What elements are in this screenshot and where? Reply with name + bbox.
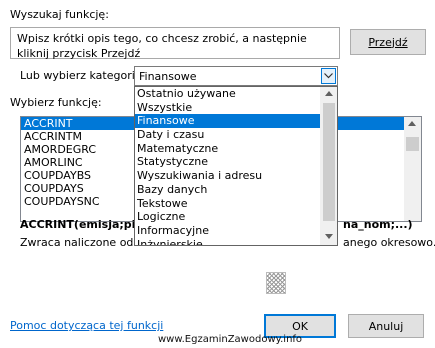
category-option[interactable]: Tekstowe xyxy=(135,197,337,211)
function-list-label: Wybierz funkcję: xyxy=(10,96,102,109)
function-list-scroll-thumb[interactable] xyxy=(406,137,419,151)
category-dropdown-scrollbar[interactable] xyxy=(320,87,337,245)
category-select[interactable]: Finansowe xyxy=(134,66,338,86)
category-option[interactable]: Wszystkie xyxy=(135,101,337,115)
function-signature: ACCRINT(emisja;pie xyxy=(20,218,143,231)
category-dropdown-list[interactable]: Ostatnio używane Wszystkie Finansowe Dat… xyxy=(134,86,338,246)
category-option[interactable]: Bazy danych xyxy=(135,183,337,197)
category-option[interactable]: Inżynierskie xyxy=(135,238,337,245)
triangle-up-icon[interactable] xyxy=(408,121,416,126)
triangle-up-icon[interactable] xyxy=(325,91,333,96)
function-signature-tail: na_nom;...) xyxy=(343,218,413,231)
watermark: www.EgzaminZawodowy.info xyxy=(158,334,303,345)
ok-button-label: OK xyxy=(292,319,308,333)
category-option[interactable]: Finansowe xyxy=(135,114,337,129)
resize-grip-icon xyxy=(266,272,286,294)
cancel-button[interactable]: Anuluj xyxy=(348,314,424,338)
go-button-label: Przejdź xyxy=(368,35,408,49)
help-link[interactable]: Pomoc dotycząca tej funkcji xyxy=(10,319,163,332)
category-option[interactable]: Daty i czasu xyxy=(135,128,337,142)
category-option[interactable]: Wyszukiwania i adresu xyxy=(135,169,337,183)
category-option[interactable]: Ostatnio używane xyxy=(135,87,337,101)
search-description-input[interactable]: Wpisz krótki opis tego, co chcesz zrobić… xyxy=(10,27,340,60)
function-description-tail: anego okresowo. xyxy=(343,236,435,249)
category-option[interactable]: Statystyczne xyxy=(135,155,337,169)
category-option[interactable]: Matematyczne xyxy=(135,142,337,156)
function-description: Zwraca naliczone odset xyxy=(20,236,151,249)
cancel-button-label: Anuluj xyxy=(368,319,404,333)
chevron-down-icon xyxy=(324,73,333,79)
category-label: Lub wybierz kategorię: xyxy=(20,69,146,82)
search-label: Wyszukaj funkcję: xyxy=(10,8,109,21)
triangle-down-icon[interactable] xyxy=(325,234,333,239)
category-selected-value: Finansowe xyxy=(139,70,197,83)
category-dropdown-button[interactable] xyxy=(321,68,336,84)
category-option[interactable]: Informacyjne xyxy=(135,224,337,238)
category-dropdown-scroll-thumb[interactable] xyxy=(323,103,335,221)
category-option[interactable]: Logiczne xyxy=(135,210,337,224)
go-button[interactable]: Przejdź xyxy=(350,29,426,55)
function-list-scrollbar[interactable] xyxy=(404,117,421,221)
